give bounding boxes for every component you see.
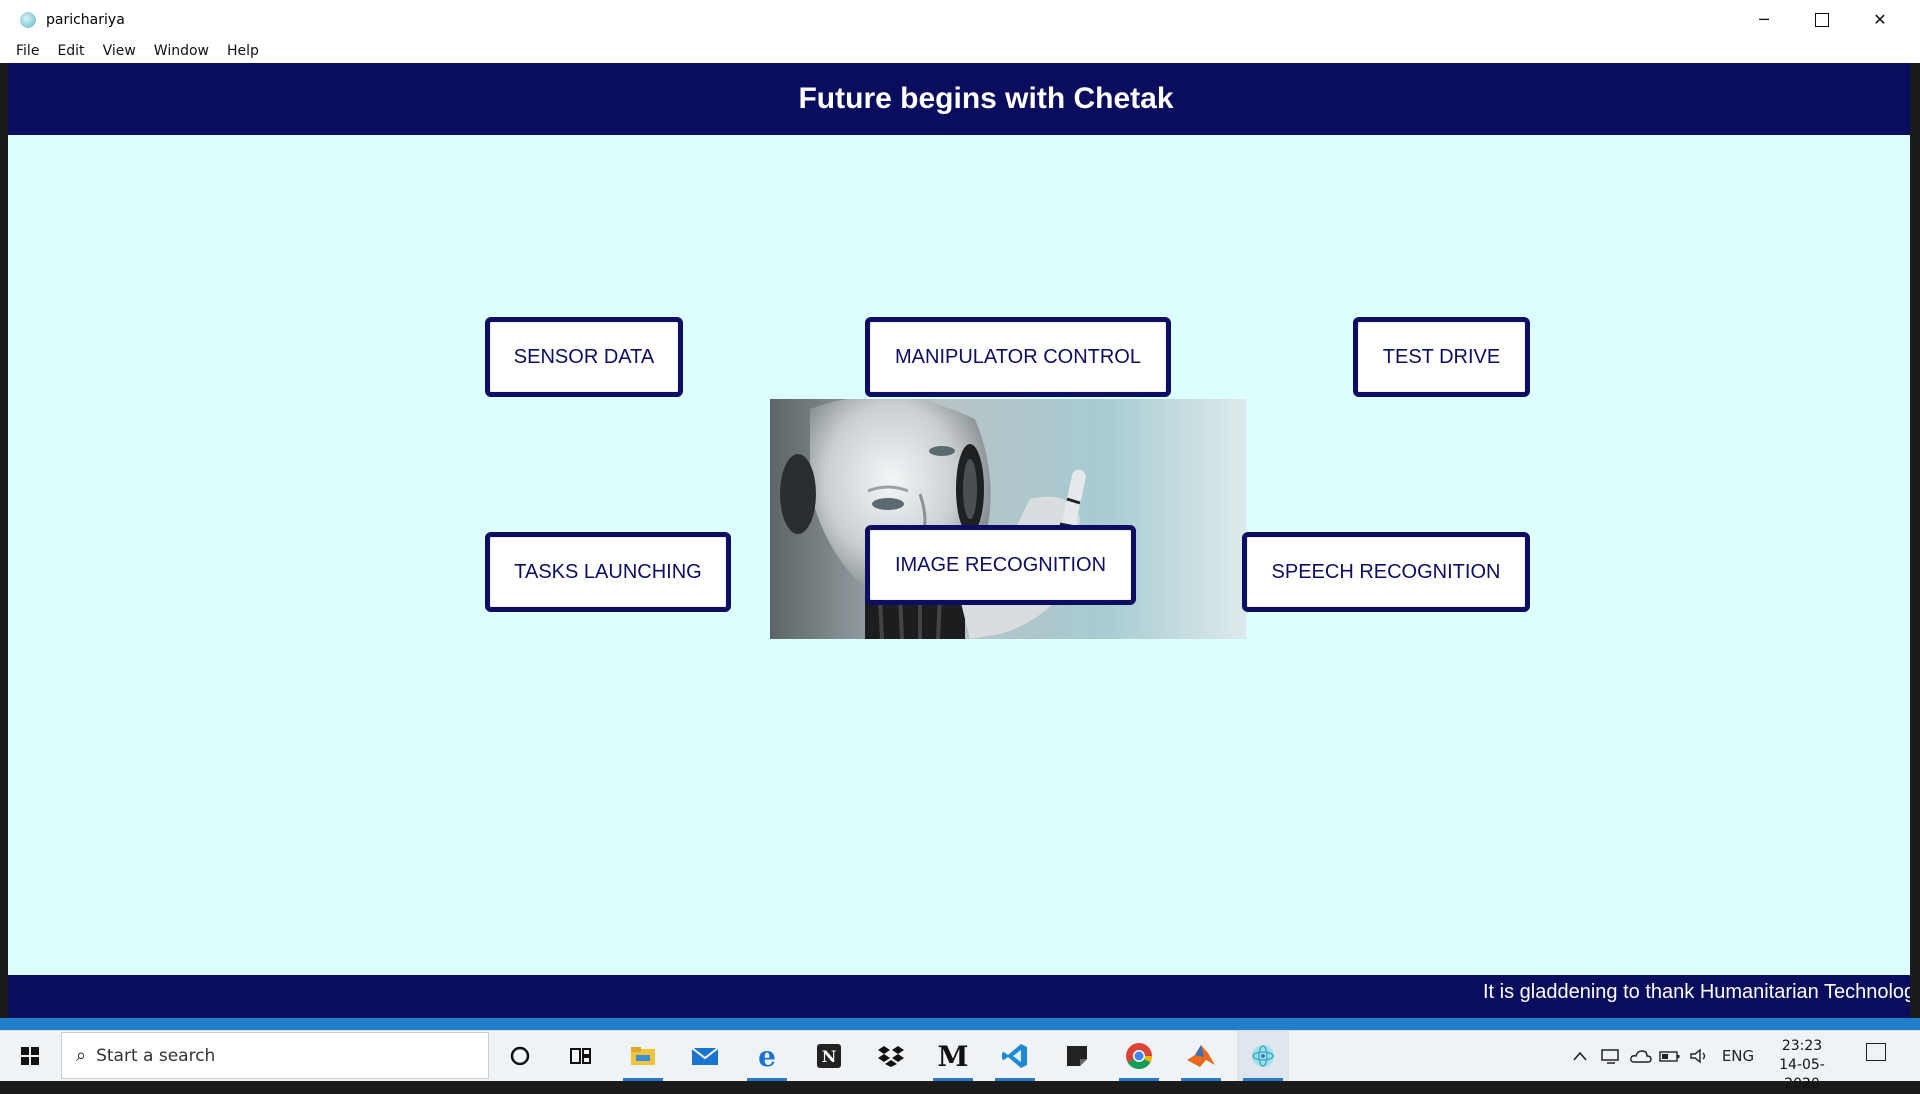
svg-text:N: N — [822, 1047, 837, 1066]
maximize-button[interactable] — [1793, 0, 1851, 39]
edge-icon[interactable]: e — [741, 1031, 793, 1081]
chevron-up-icon[interactable] — [1568, 1031, 1592, 1081]
notion-icon[interactable]: N — [803, 1031, 855, 1081]
minimize-button[interactable]: ─ — [1735, 0, 1793, 39]
tasks-launching-button[interactable]: TASKS LAUNCHING — [485, 532, 731, 612]
start-button[interactable] — [0, 1031, 60, 1081]
search-placeholder: Start a search — [96, 1045, 216, 1066]
medium-icon[interactable]: M — [927, 1031, 979, 1081]
chrome-icon[interactable] — [1113, 1031, 1165, 1081]
footer-marquee: It is gladdening to thank Humanitarian T… — [8, 975, 1910, 1018]
menu-file[interactable]: File — [0, 39, 48, 63]
clock-date: 14-05-2020 — [1779, 1057, 1825, 1092]
image-recognition-button[interactable]: IMAGE RECOGNITION — [865, 525, 1136, 605]
app-header: Future begins with Chetak — [8, 63, 1910, 135]
manipulator-control-button[interactable]: MANIPULATOR CONTROL — [865, 317, 1171, 397]
menu-window[interactable]: Window — [145, 39, 218, 63]
clock[interactable]: 23:23 14-05-2020 — [1762, 1037, 1842, 1094]
cortana-icon[interactable] — [494, 1031, 546, 1081]
title-bar: parichariya ─ ✕ — [0, 0, 1920, 39]
volume-icon[interactable] — [1686, 1031, 1712, 1081]
menu-edit[interactable]: Edit — [48, 39, 93, 63]
background-window-strip — [0, 1018, 1920, 1030]
notification-center-icon[interactable] — [1866, 1043, 1886, 1061]
close-icon: ✕ — [1873, 10, 1887, 29]
menu-help[interactable]: Help — [218, 39, 268, 63]
language-indicator[interactable]: ENG — [1718, 1031, 1758, 1081]
menu-view[interactable]: View — [94, 39, 145, 63]
matlab-icon[interactable] — [1175, 1031, 1227, 1081]
battery-icon[interactable] — [1657, 1031, 1683, 1081]
app-icon — [20, 11, 36, 28]
file-explorer-icon[interactable] — [617, 1031, 669, 1081]
network-icon[interactable] — [1598, 1031, 1624, 1081]
vscode-icon[interactable] — [989, 1031, 1041, 1081]
window-title: parichariya — [46, 11, 125, 28]
dropbox-icon[interactable] — [865, 1031, 917, 1081]
page-title: Future begins with Chetak — [798, 82, 1174, 115]
task-view-icon[interactable] — [555, 1031, 607, 1081]
sensor-data-button[interactable]: SENSOR DATA — [485, 317, 683, 397]
windows-logo-icon — [21, 1047, 39, 1065]
clock-time: 23:23 — [1781, 1038, 1823, 1054]
close-button[interactable]: ✕ — [1851, 0, 1909, 39]
test-drive-button[interactable]: TEST DRIVE — [1353, 317, 1530, 397]
taskbar-search[interactable]: ⌕ Start a search — [61, 1032, 489, 1079]
electron-icon[interactable] — [1237, 1031, 1289, 1081]
minimize-icon: ─ — [1759, 10, 1769, 29]
app-content: Future begins with Chetak SENSOR DATA MA… — [8, 63, 1910, 1018]
maximize-icon — [1815, 12, 1829, 27]
marquee-text: It is gladdening to thank Humanitarian T… — [1483, 981, 1910, 1003]
mail-icon[interactable] — [679, 1031, 731, 1081]
search-icon: ⌕ — [76, 1045, 87, 1066]
speech-recognition-button[interactable]: SPEECH RECOGNITION — [1242, 532, 1530, 612]
onedrive-icon[interactable] — [1628, 1031, 1654, 1081]
menu-bar: File Edit View Window Help — [0, 39, 1920, 63]
sticky-notes-icon[interactable] — [1051, 1031, 1103, 1081]
taskbar: ⌕ Start a search e N M ENG 23:23 14-05-2… — [0, 1030, 1920, 1092]
